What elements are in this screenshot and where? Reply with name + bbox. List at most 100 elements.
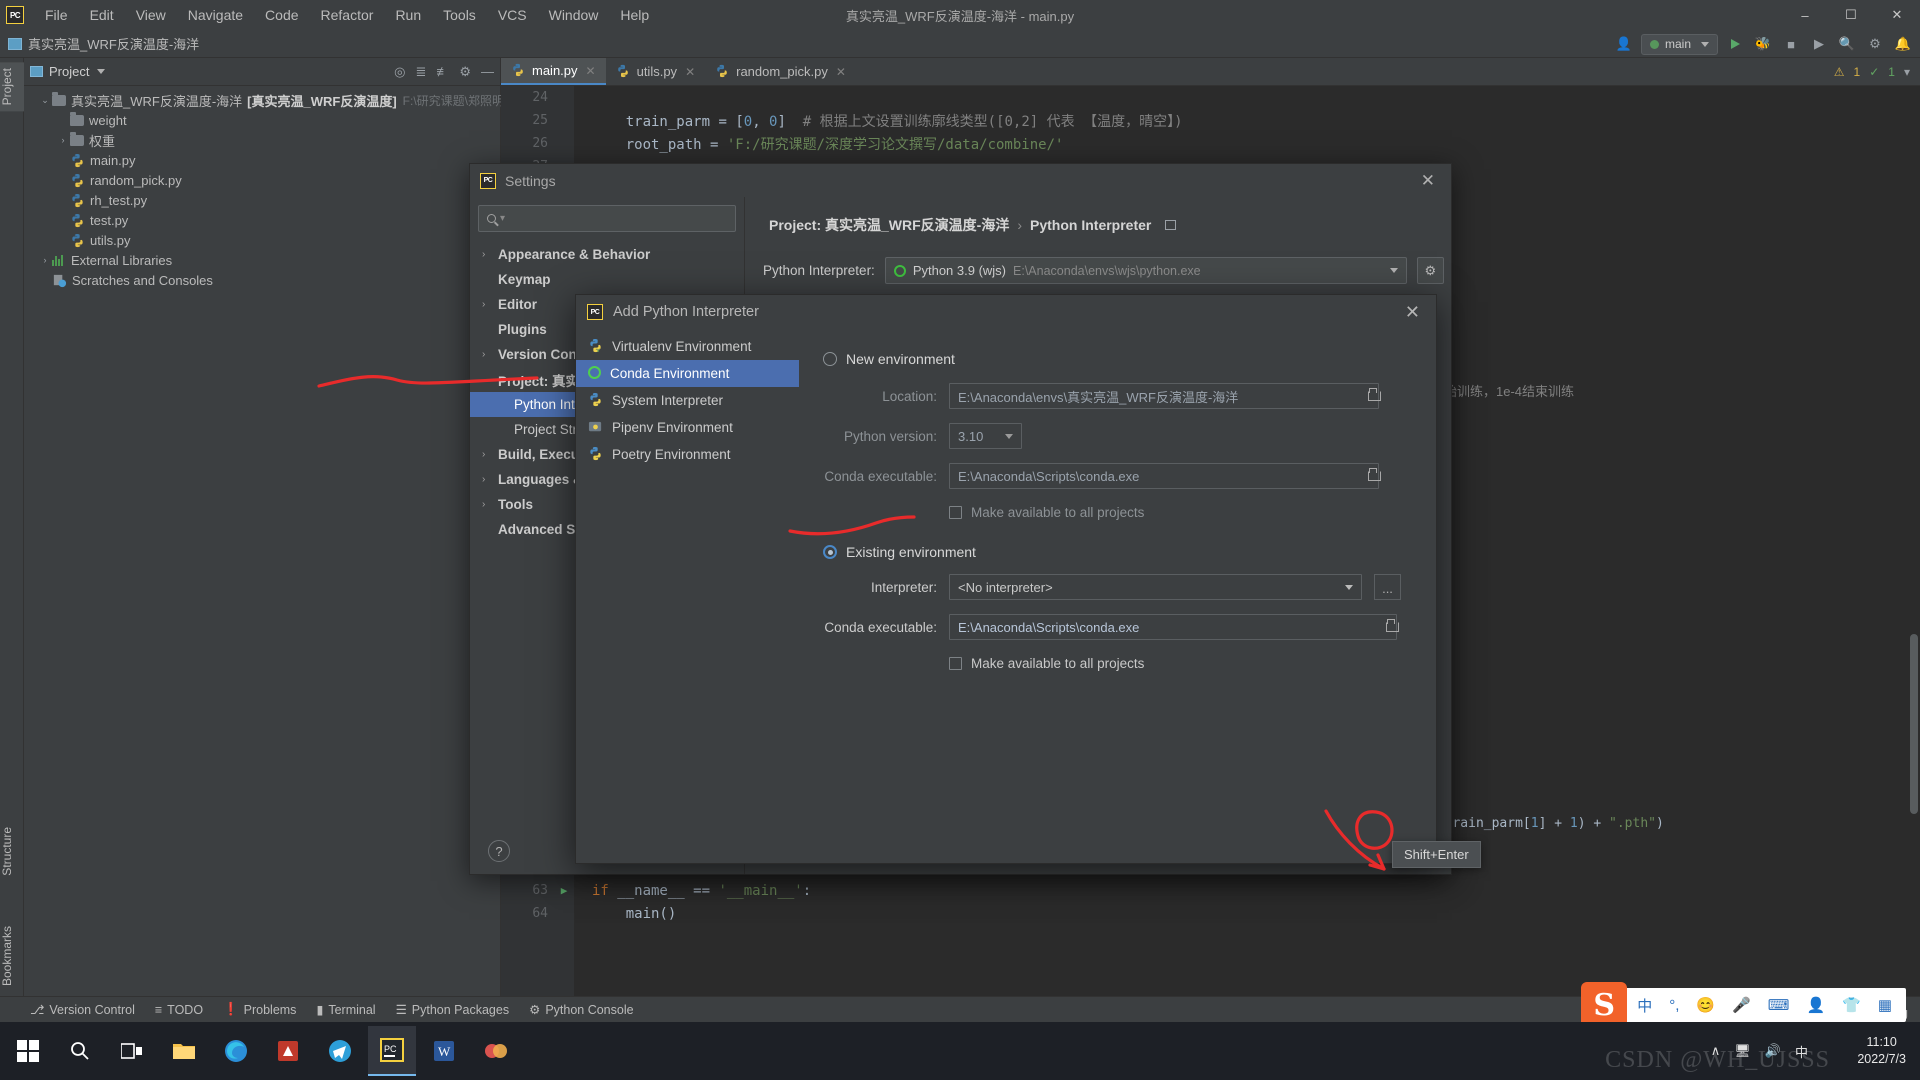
run-gutter-icon[interactable]: ▶: [554, 884, 574, 897]
tree-row-test-py[interactable]: test.py: [24, 210, 500, 230]
tree-row-rh-test-py[interactable]: rh_test.py: [24, 190, 500, 210]
ime-skin-icon[interactable]: 👕: [1842, 996, 1861, 1014]
bell-icon[interactable]: 🔔: [1892, 33, 1914, 55]
interpreter-settings-gear-icon[interactable]: ⚙: [1416, 257, 1444, 284]
help-button[interactable]: ?: [488, 840, 510, 862]
settings-item-keymap[interactable]: Keymap: [470, 267, 744, 292]
close-icon[interactable]: ✕: [836, 65, 846, 79]
sidebar-tab-project[interactable]: Project: [0, 62, 24, 112]
interpreter-select[interactable]: <No interpreter>: [949, 574, 1362, 600]
chevron-right-icon[interactable]: ›: [482, 474, 498, 485]
python-version-select[interactable]: 3.10: [949, 423, 1022, 449]
tool-window-version-control[interactable]: ⎇ Version Control: [30, 1002, 135, 1018]
chevron-right-icon[interactable]: ›: [482, 249, 498, 260]
ime-mode-label[interactable]: 中: [1637, 995, 1652, 1016]
search-icon[interactable]: [56, 1026, 104, 1076]
locate-file-icon[interactable]: ◎: [394, 64, 405, 80]
browse-folder-icon[interactable]: [1361, 468, 1387, 481]
run-button[interactable]: [1724, 33, 1746, 55]
chevron-down-icon[interactable]: [97, 69, 106, 74]
pycharm-icon[interactable]: PC: [368, 1026, 416, 1076]
menu-item-view[interactable]: View: [125, 4, 177, 26]
settings-search-input[interactable]: ▾: [478, 205, 736, 232]
tab-random-pick-py[interactable]: random_pick.py ✕: [705, 58, 856, 85]
sidebar-tab-bookmarks[interactable]: Bookmarks: [0, 920, 24, 992]
music-icon[interactable]: [472, 1026, 520, 1076]
menu-item-help[interactable]: Help: [609, 4, 660, 26]
browse-folder-icon[interactable]: [1361, 388, 1387, 401]
tab-utils-py[interactable]: utils.py ✕: [606, 58, 706, 85]
tab-main-py[interactable]: main.py ✕: [501, 58, 606, 85]
menu-item-window[interactable]: Window: [538, 4, 610, 26]
ime-punctuation-icon[interactable]: °,: [1669, 997, 1679, 1014]
tree-row-root[interactable]: ⌄ 真实亮温_WRF反演温度-海洋 [真实亮温_WRF反演温度] F:\研究课题…: [24, 90, 535, 110]
conda-executable-existing-input[interactable]: E:\Anaconda\Scripts\conda.exe: [949, 614, 1397, 640]
location-input[interactable]: E:\Anaconda\envs\真实亮温_WRF反演温度-海洋: [949, 383, 1379, 409]
edge-icon[interactable]: [212, 1026, 260, 1076]
debug-button[interactable]: 🐝: [1752, 33, 1774, 55]
expand-all-icon[interactable]: ≣: [415, 64, 426, 80]
ime-user-icon[interactable]: 👤: [1806, 996, 1825, 1014]
python-interpreter-select[interactable]: Python 3.9 (wjs) E:\Anaconda\envs\wjs\py…: [884, 257, 1407, 284]
scrollbar-thumb[interactable]: [1910, 634, 1918, 814]
tree-row-main-py[interactable]: main.py: [24, 150, 500, 170]
tree-row-weight[interactable]: weight: [24, 110, 500, 130]
menu-item-navigate[interactable]: Navigate: [177, 4, 254, 26]
env-type-system[interactable]: System Interpreter: [576, 387, 799, 414]
stop-button[interactable]: ■: [1780, 33, 1802, 55]
tree-row-external-libraries[interactable]: › External Libraries: [24, 250, 500, 270]
checkbox-make-available-existing[interactable]: [949, 657, 962, 670]
menu-item-file[interactable]: File: [34, 4, 79, 26]
tool-window-python-packages[interactable]: ☰ Python Packages: [396, 1002, 510, 1018]
tree-row-scratches[interactable]: Scratches and Consoles: [24, 270, 500, 290]
warning-count-icon[interactable]: ⚠: [1834, 65, 1845, 79]
collapse-panel-icon[interactable]: [1165, 220, 1177, 230]
chevron-right-icon[interactable]: ›: [38, 255, 52, 265]
tree-row-utils-py[interactable]: utils.py: [24, 230, 500, 250]
existing-environment-radio-row[interactable]: Existing environment: [823, 544, 1436, 560]
tree-row-random-pick-py[interactable]: random_pick.py: [24, 170, 500, 190]
gear-icon[interactable]: ⚙: [1864, 33, 1886, 55]
tool-window-todo[interactable]: ≡ TODO: [155, 1003, 203, 1017]
chevron-down-icon[interactable]: ▾: [500, 213, 505, 224]
menu-item-refactor[interactable]: Refactor: [310, 4, 385, 26]
search-icon[interactable]: 🔍: [1836, 33, 1858, 55]
chevron-down-icon[interactable]: [1389, 268, 1398, 273]
env-type-poetry[interactable]: Poetry Environment: [576, 441, 799, 468]
breadcrumb-project[interactable]: 真实亮温_WRF反演温度-海洋: [28, 34, 199, 53]
make-available-new-row[interactable]: Make available to all projects: [949, 505, 1436, 520]
maximize-button[interactable]: ☐: [1828, 0, 1874, 30]
radio-new-environment[interactable]: [823, 352, 837, 366]
ime-keyboard-icon[interactable]: ⌨: [1768, 996, 1790, 1014]
tool-window-terminal[interactable]: ▮ Terminal: [316, 1002, 375, 1018]
new-environment-radio-row[interactable]: New environment: [823, 351, 1436, 367]
chevron-expanded-icon[interactable]: ⌄: [38, 95, 52, 106]
filezilla-icon[interactable]: [264, 1026, 312, 1076]
hide-panel-icon[interactable]: —: [481, 64, 494, 79]
close-icon[interactable]: ✕: [1400, 302, 1425, 323]
chevron-expanded-icon[interactable]: ⌄: [482, 374, 498, 385]
chevron-right-icon[interactable]: ›: [482, 349, 498, 360]
radio-existing-environment[interactable]: [823, 545, 837, 559]
run-configuration-selector[interactable]: main: [1640, 33, 1718, 55]
coverage-button[interactable]: ▶: [1808, 33, 1830, 55]
chevron-right-icon[interactable]: ›: [482, 449, 498, 460]
ime-menu-grid-icon[interactable]: ▦: [1878, 996, 1892, 1014]
user-avatar-icon[interactable]: 👤: [1613, 33, 1635, 55]
tree-row-quanzhong[interactable]: › 权重: [24, 130, 500, 150]
close-icon[interactable]: ✕: [685, 65, 695, 79]
env-type-virtualenv[interactable]: v Virtualenv Environment: [576, 333, 799, 360]
interpreter-browse-button[interactable]: ...: [1374, 574, 1401, 600]
weak-warning-icon[interactable]: ✓: [1869, 65, 1879, 79]
menu-item-tools[interactable]: Tools: [432, 4, 487, 26]
settings-item-appearance[interactable]: › Appearance & Behavior: [470, 242, 744, 267]
menu-item-run[interactable]: Run: [384, 4, 432, 26]
chevron-right-icon[interactable]: ›: [56, 135, 70, 145]
settings-gear-icon[interactable]: ⚙: [459, 64, 471, 80]
env-type-pipenv[interactable]: Pipenv Environment: [576, 414, 799, 441]
word-icon[interactable]: W: [420, 1026, 468, 1076]
tool-window-problems[interactable]: ❗ Problems: [223, 1002, 296, 1017]
collapse-all-icon[interactable]: ≢: [436, 64, 449, 79]
tool-window-python-console[interactable]: ⚙ Python Console: [529, 1002, 633, 1018]
close-button[interactable]: ✕: [1874, 0, 1920, 30]
